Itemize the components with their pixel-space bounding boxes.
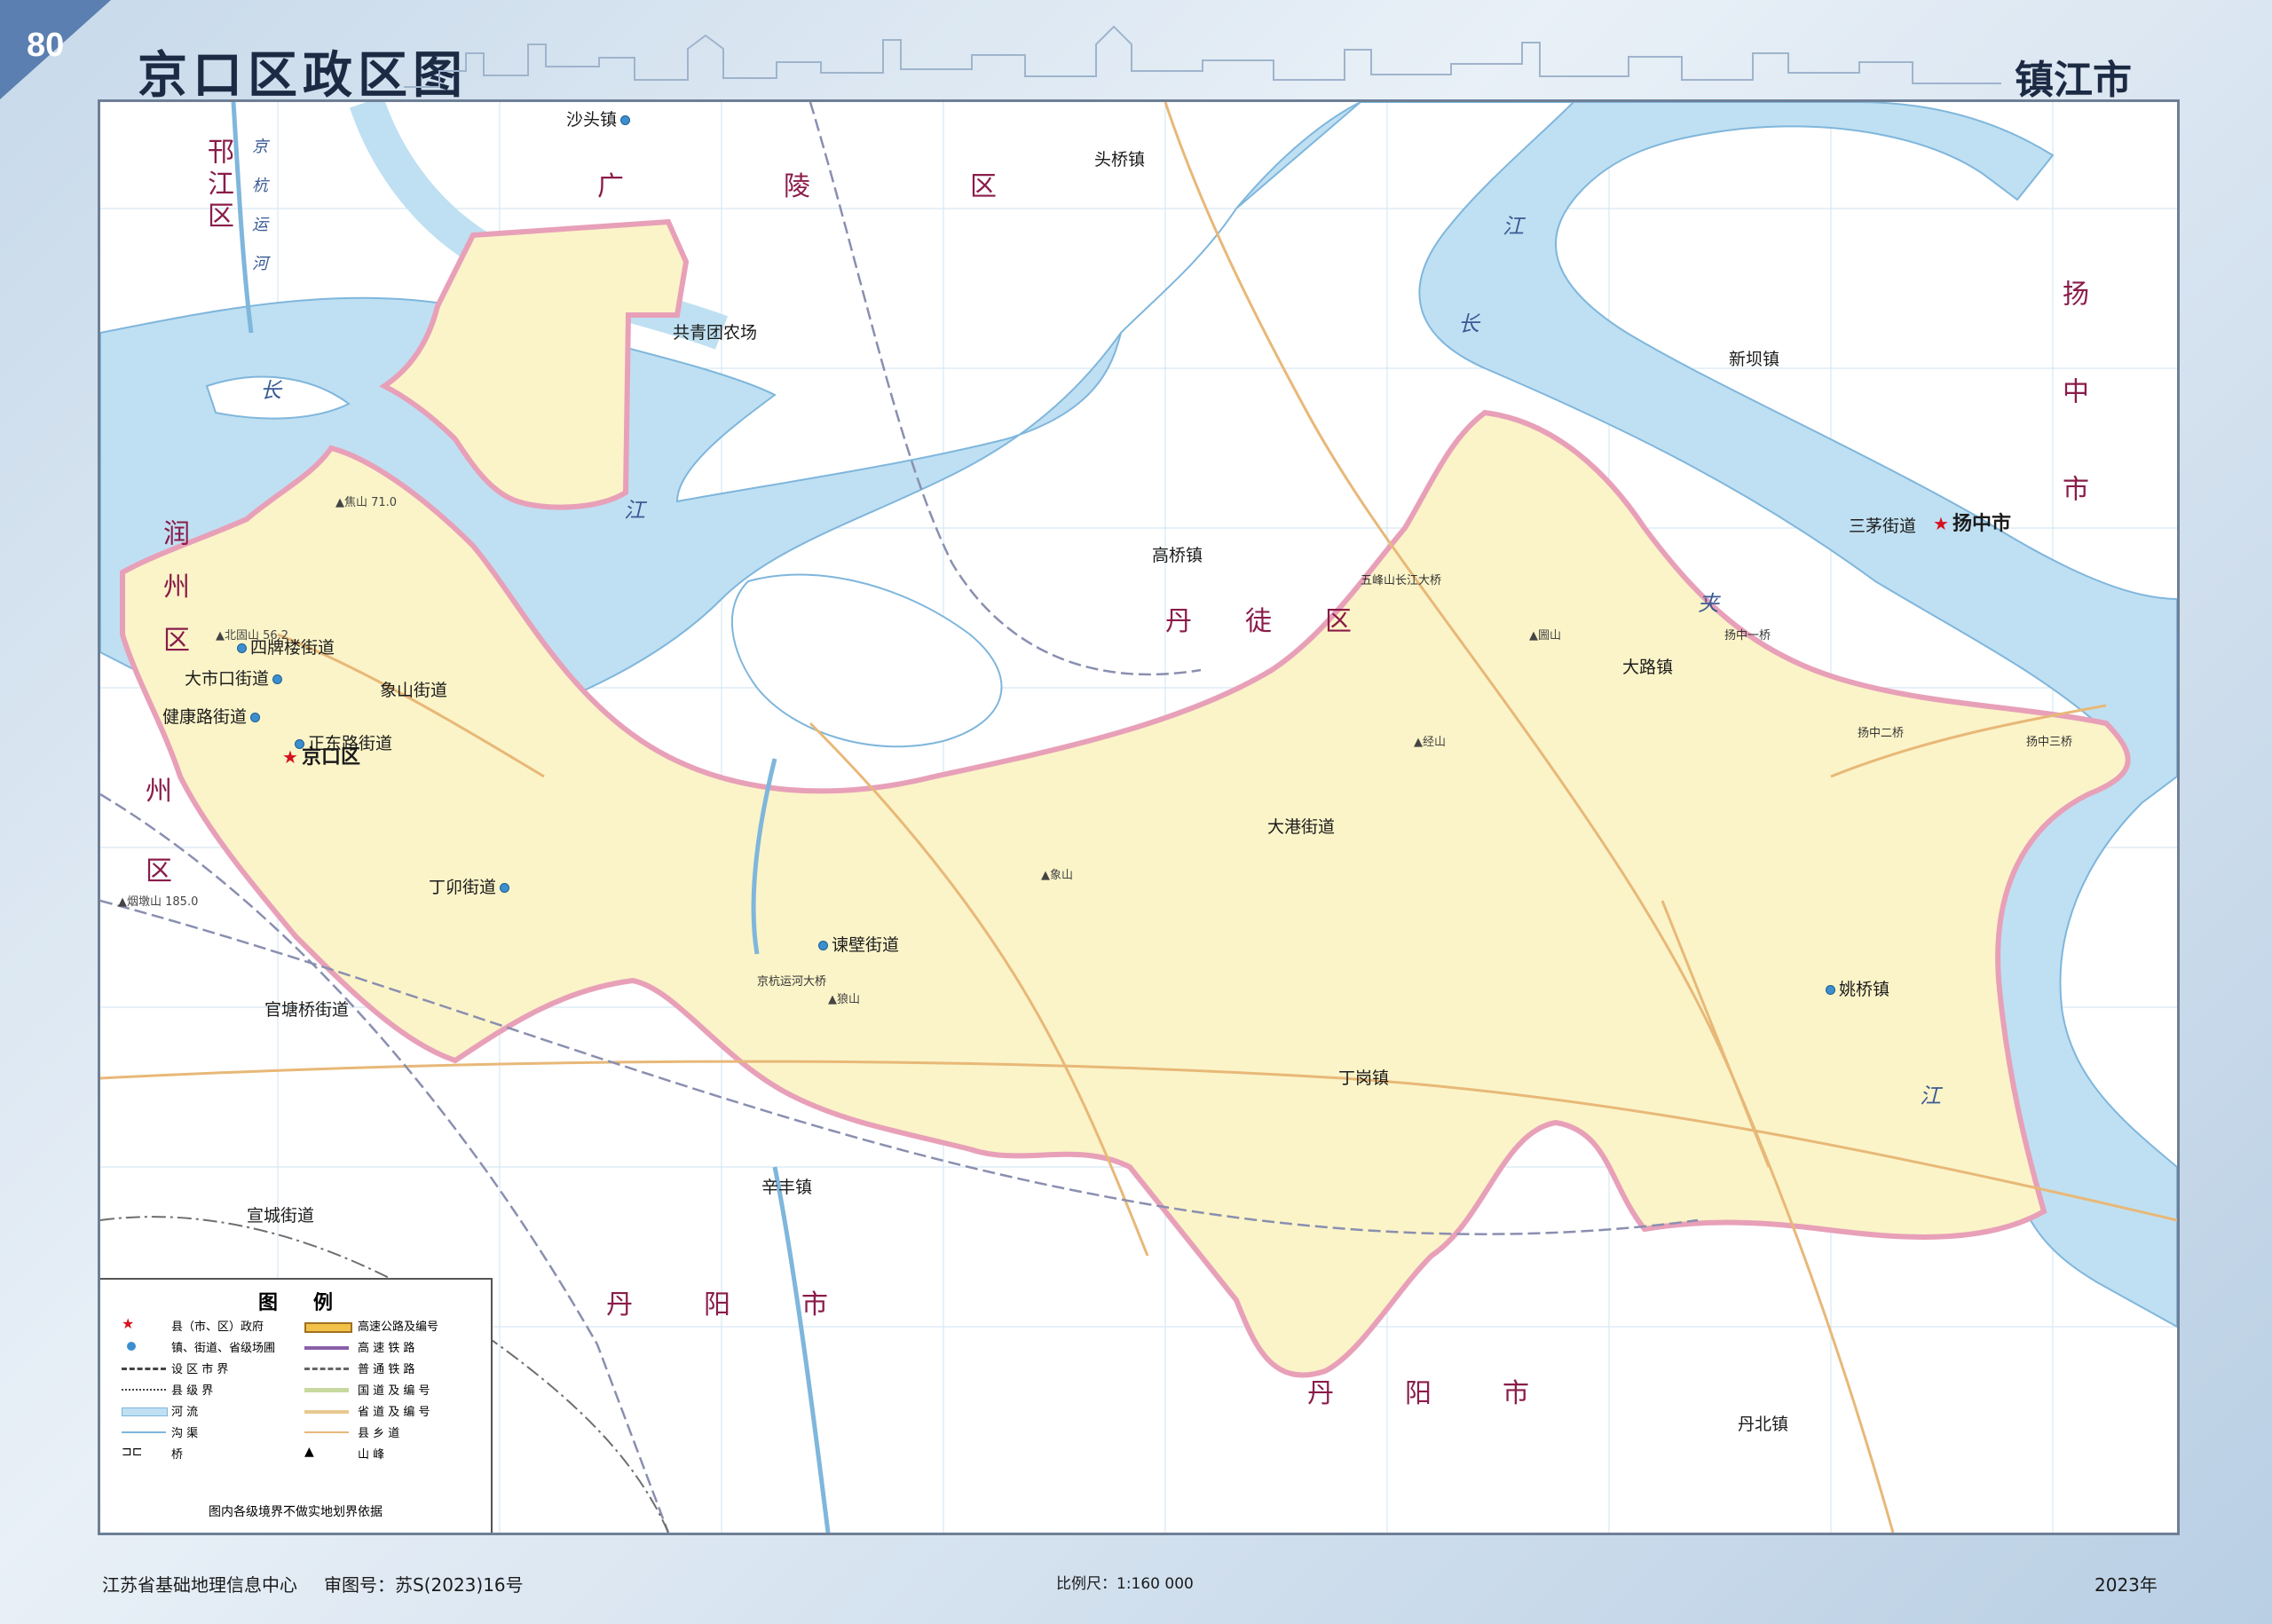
street-label: 丁卯街道 — [429, 874, 513, 898]
river-label: 夹 — [1698, 591, 1719, 616]
legend-note: 图内各级境界不做实地划界依据 — [209, 1505, 383, 1519]
publisher-text: 江苏省基础地理信息中心 — [102, 1574, 297, 1596]
area-label: 扬中市 — [2057, 280, 2088, 572]
area-label: 丹阳市 — [606, 1289, 899, 1320]
bridge-label: 扬中三桥 — [2026, 736, 2073, 749]
town-label: 三茅街道 — [1849, 516, 1917, 536]
river-symbol — [122, 1407, 168, 1416]
town-label: 丁岗镇 — [1338, 1068, 1390, 1088]
county-boundary-symbol — [122, 1389, 166, 1391]
map-year: 2023年 — [2094, 1574, 2158, 1596]
river-label: 京杭运河 — [249, 138, 268, 294]
county-government-star-icon: ★ — [1933, 513, 1949, 534]
area-label: 润州区 — [158, 519, 189, 679]
legend-row: ★ 县（市、区）政府 高速公路及编号 — [122, 1315, 439, 1334]
peak-label: ▲狼山 — [828, 993, 861, 1006]
town-label: 丹北镇 — [1738, 1415, 1789, 1434]
city-boundary-symbol — [122, 1368, 166, 1370]
town-dot-icon — [818, 941, 828, 950]
street-label: 象山街道 — [380, 681, 448, 700]
legend-row: ⊐⊏ 桥 ▲ 山 峰 — [122, 1445, 385, 1462]
peak-triangle-icon: ▲ — [1414, 736, 1423, 749]
city-name: 镇江市 — [2015, 58, 2132, 103]
peak-triangle-icon: ▲ — [118, 895, 127, 909]
provincial-road-symbol — [304, 1410, 349, 1414]
river-label: 江 — [1503, 214, 1524, 239]
peak-triangle-icon: ▲ — [828, 993, 837, 1006]
high-speed-rail-symbol — [304, 1346, 349, 1350]
peak-label: ▲烟墩山 185.0 — [118, 895, 199, 909]
town-dot-icon — [500, 883, 510, 893]
skyline-decoration — [404, 25, 2001, 88]
river-label: 江 — [1920, 1084, 1941, 1108]
map-legend: 图例 ★ 县（市、区）政府 高速公路及编号 镇、街道、省级场圃 高 速 铁 路 … — [100, 1278, 493, 1533]
town-dot-icon — [295, 739, 304, 749]
bridge-label: 扬中二桥 — [1858, 727, 1905, 740]
legend-title: 图例 — [257, 1292, 368, 1314]
area-label: 丹阳市 — [1307, 1378, 1600, 1409]
town-dot-icon — [272, 674, 283, 684]
legend-row: 设 区 市 界 普 通 铁 路 — [109, 1358, 482, 1379]
street-label: 健康路街道 — [162, 704, 264, 728]
legend-row: 沟 渠 县 乡 道 — [109, 1422, 482, 1443]
river-label: 长 — [260, 378, 281, 403]
bridge-label: 京杭运河大桥 — [757, 975, 827, 989]
town-dot-icon — [620, 115, 631, 125]
legend-row: 镇、街道、省级场圃 高 速 铁 路 — [109, 1336, 482, 1358]
county-seat-label: ★ 扬中市 — [1933, 513, 2011, 535]
national-road-symbol — [304, 1388, 349, 1392]
bridge-label: 五峰山长江大桥 — [1361, 574, 1442, 587]
town-dot-icon — [127, 1342, 136, 1351]
town-dot-icon — [250, 713, 261, 722]
town-label: 沙头镇 — [566, 106, 634, 130]
peak-label: ▲经山 — [1414, 736, 1447, 749]
peak-triangle-icon: ▲ — [1041, 869, 1050, 882]
town-label: 宣城街道 — [247, 1206, 315, 1226]
street-label: 大市口街道 — [185, 666, 286, 690]
ditch-symbol — [122, 1431, 166, 1433]
street-label: 大港街道 — [1267, 817, 1336, 837]
peak-label: ▲圌山 — [1529, 629, 1562, 643]
peak-triangle-icon: ▲ — [335, 496, 344, 509]
county-road-symbol — [304, 1431, 349, 1433]
area-label: 广陵区 — [597, 171, 1156, 202]
area-label: 丹徒区 — [1165, 606, 1405, 637]
area-label: 州区 — [140, 777, 171, 936]
town-label: 新坝镇 — [1729, 350, 1780, 369]
town-label: 官塘桥街道 — [264, 1000, 350, 1020]
bridge-label: 扬中一桥 — [1724, 629, 1771, 643]
town-dot-icon — [1826, 985, 1835, 995]
river-label: 长 — [1458, 311, 1479, 336]
street-label: 正东路街道 — [291, 730, 392, 754]
area-label: 邗江区 — [202, 138, 233, 233]
map-scale: 比例尺：1:160 000 — [1056, 1575, 1194, 1593]
peak-triangle-icon: ▲ — [216, 629, 225, 643]
peak-label: ▲北固山 56.2 — [216, 629, 289, 643]
bridge-icon: ⊐⊏ — [122, 1445, 143, 1459]
town-label: 辛丰镇 — [761, 1178, 813, 1197]
approval-number: 审图号：苏S(2023)16号 — [324, 1574, 524, 1596]
town-label: 高桥镇 — [1152, 546, 1203, 565]
peak-label: ▲象山 — [1041, 869, 1074, 882]
legend-row: 县 级 界 国 道 及 编 号 — [109, 1379, 482, 1400]
town-label: 大路镇 — [1622, 658, 1674, 677]
peak-label: ▲焦山 71.0 — [335, 496, 398, 509]
town-label: 姚桥镇 — [1822, 976, 1889, 1000]
expressway-symbol — [304, 1322, 352, 1333]
river-label: 江 — [624, 498, 645, 523]
county-government-star-icon: ★ — [122, 1315, 135, 1332]
railway-symbol — [304, 1368, 349, 1370]
peak-triangle-icon: ▲ — [1529, 629, 1538, 643]
town-dot-icon — [237, 643, 247, 653]
map-frame[interactable]: ★ 京口区 四牌楼街道 大市口街道 健康路街道 正东路街道 象山街道 丁卯街道 谏… — [98, 99, 2180, 1535]
street-label: 谏壁街道 — [815, 932, 899, 956]
page-number: 80 — [27, 27, 65, 64]
legend-row: 河 流 省 道 及 编 号 — [109, 1400, 482, 1422]
farm-label: 共青团农场 — [673, 323, 758, 343]
peak-triangle-icon: ▲ — [304, 1445, 314, 1459]
